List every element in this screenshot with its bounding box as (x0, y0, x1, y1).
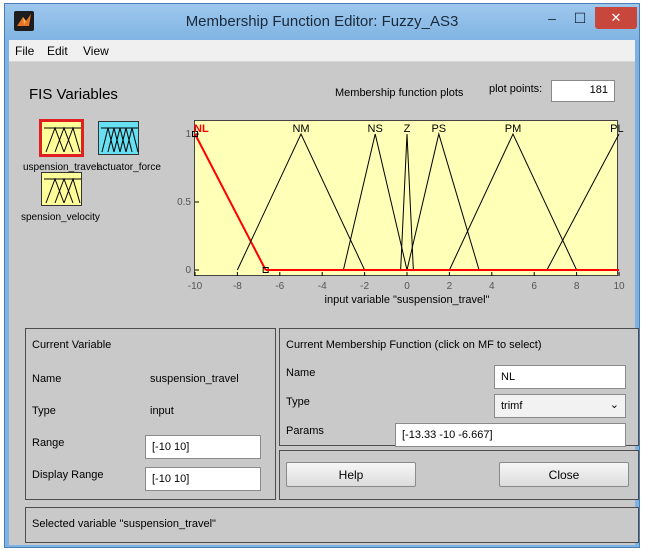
current-variable-panel: Current Variable Name suspension_travel … (25, 328, 276, 500)
mf-plots-header: Membership function plots (335, 87, 464, 99)
mf-name-label: Name (286, 367, 316, 379)
status-text: Selected variable "suspension_travel" (32, 518, 216, 530)
x-tick-label: 4 (489, 281, 495, 292)
display-range-input[interactable]: [-10 10] (145, 467, 261, 491)
main-window: Membership Function Editor: Fuzzy_AS3 – … (4, 3, 640, 548)
status-bar: Selected variable "suspension_travel" (25, 507, 639, 543)
minimize-button[interactable]: – (538, 7, 566, 29)
mf-curve-nl (194, 133, 267, 271)
menu-view[interactable]: View (83, 44, 109, 58)
mf-curve-pl (546, 133, 620, 271)
variable-label-suspension-velocity: spension_velocity (21, 212, 100, 223)
menu-bar: File Edit View (9, 40, 635, 62)
variable-type-label: Type (32, 405, 56, 417)
close-window-button[interactable]: ✕ (595, 7, 637, 29)
mf-label-nl: NL (194, 123, 209, 135)
variable-label-actuator-force: actuator_force (97, 162, 161, 173)
input-variable-suspension-velocity[interactable] (41, 172, 82, 206)
x-tick-label: -8 (233, 281, 242, 292)
mf-curve-ns (342, 133, 408, 271)
menu-file[interactable]: File (15, 44, 34, 58)
mf-label-pl: PL (610, 123, 623, 135)
mf-curve-nm (236, 132, 366, 271)
range-input[interactable]: [-10 10] (145, 435, 261, 459)
bottom-panel: Current Variable Name suspension_travel … (9, 318, 639, 545)
mf-chart[interactable]: 0 0.5 1 -10 -8 -6 -4 -2 0 2 4 6 8 10 input variable "s… (169, 102, 639, 322)
button-panel: Help Close (279, 450, 639, 500)
plot-points-label: plot points: (489, 83, 543, 95)
mf-label-ns: NS (368, 123, 383, 135)
title-bar: Membership Function Editor: Fuzzy_AS3 – … (5, 4, 639, 40)
x-tick-label: 2 (447, 281, 453, 292)
current-mf-header: Current Membership Function (click on MF… (286, 339, 542, 351)
x-tick-label: 10 (613, 281, 625, 292)
variable-name-label: Name (32, 373, 62, 385)
menu-edit[interactable]: Edit (47, 44, 68, 58)
mf-name-input[interactable]: NL (494, 365, 626, 389)
y-tick-label: 0 (185, 265, 191, 276)
range-label: Range (32, 437, 65, 449)
x-tick-label: -10 (188, 281, 203, 292)
current-mf-panel: Current Membership Function (click on MF… (279, 328, 639, 447)
y-tick-label: 0.5 (177, 197, 191, 208)
plot-points-input[interactable]: 181 (551, 80, 615, 102)
output-variable-actuator-force[interactable] (98, 121, 139, 155)
x-tick-label: -6 (275, 281, 284, 292)
close-button[interactable]: Close (499, 462, 629, 487)
variable-type-value: input (150, 405, 174, 417)
x-axis-label: input variable "suspension_travel" (325, 294, 490, 306)
mf-curve-ps (406, 132, 480, 271)
mf-type-select[interactable]: trimf ⌄ (494, 394, 626, 418)
mf-label-pm: PM (505, 123, 522, 135)
mf-type-label: Type (286, 396, 310, 408)
editor-client-area: FIS Variables uspension_travel actuator_… (9, 62, 639, 545)
mf-label-z: Z (404, 123, 411, 135)
mf-type-value: trimf (501, 400, 523, 412)
x-tick-label: -4 (318, 281, 327, 292)
chevron-down-icon: ⌄ (609, 399, 619, 411)
help-button[interactable]: Help (286, 462, 416, 487)
input-variable-suspension-travel[interactable] (39, 119, 84, 157)
mf-label-ps: PS (431, 123, 446, 135)
mf-label-nm: NM (292, 123, 309, 135)
mf-params-input[interactable]: [-13.33 -10 -6.667] (395, 423, 626, 447)
y-tick-label: 1 (185, 129, 191, 140)
display-range-label: Display Range (32, 469, 104, 481)
current-variable-header: Current Variable (32, 339, 112, 351)
maximize-button[interactable]: ☐ (566, 7, 594, 29)
x-tick-label: 8 (574, 281, 580, 292)
x-tick-label: -2 (360, 281, 369, 292)
mf-params-label: Params (286, 425, 324, 437)
fis-variables-header: FIS Variables (29, 86, 118, 103)
variable-name-value: suspension_travel (150, 373, 239, 385)
x-tick-label: 6 (531, 281, 537, 292)
x-tick-label: 0 (404, 281, 410, 292)
